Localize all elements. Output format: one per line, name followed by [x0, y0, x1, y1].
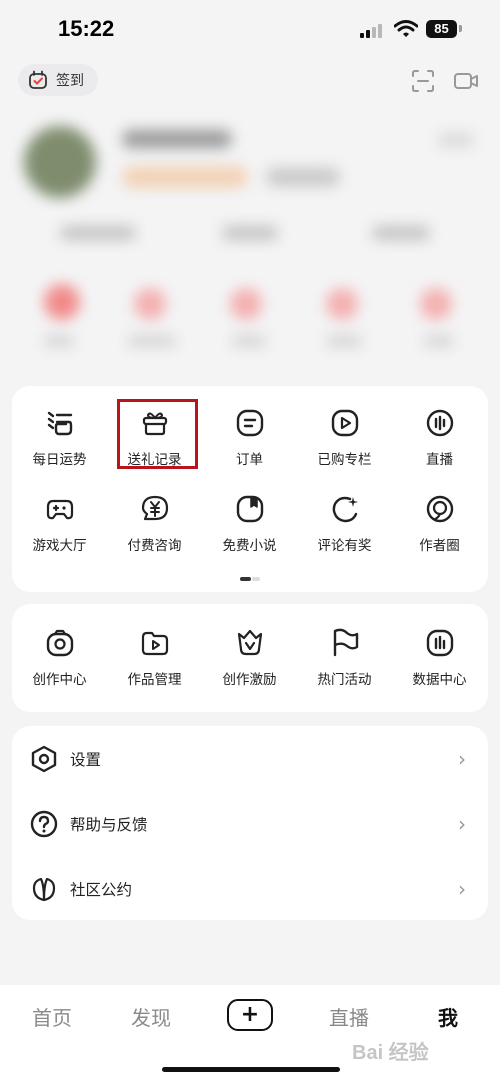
help-feedback-label: 帮助与反馈: [70, 816, 148, 834]
stat-placeholder: [372, 226, 430, 240]
settings-row[interactable]: 设置 ›: [12, 732, 488, 786]
settings-card: 设置 › 帮助与反馈 › 社区公约 ›: [12, 726, 488, 920]
paid-consult-icon: [138, 492, 172, 526]
blurred-profile-area: [0, 112, 500, 382]
scan-icon[interactable]: [410, 68, 436, 94]
signin-label: 签到: [56, 73, 84, 89]
creator-works-management[interactable]: 作品管理: [107, 626, 202, 688]
signin-button[interactable]: 签到: [18, 64, 98, 96]
highlight-box: [117, 399, 198, 469]
service-comment-rewards[interactable]: 评论有奖: [297, 492, 392, 554]
purchased-column-icon: [328, 406, 362, 440]
service-live[interactable]: 直播: [392, 406, 487, 468]
service-label: 每日运势: [32, 452, 87, 468]
service-author-circle[interactable]: 作者圈: [392, 492, 487, 554]
shortcut-label-placeholder: [424, 336, 454, 346]
author-circle-icon: [423, 492, 457, 526]
help-icon: [30, 810, 58, 838]
service-orders[interactable]: 订单: [202, 406, 297, 468]
service-label: 免费小说: [222, 538, 277, 554]
watermark: Bai 经验: [352, 1042, 429, 1064]
service-label: 作者圈: [419, 538, 460, 554]
service-paid-consult[interactable]: 付费咨询: [107, 492, 202, 554]
battery-cap: [459, 25, 462, 32]
badge-placeholder: [122, 166, 248, 188]
status-time: 15:22: [58, 16, 115, 41]
service-game-hall[interactable]: 游戏大厅: [12, 492, 107, 554]
services-card: 每日运势 送礼记录 订单 已购专栏 直播 游戏大厅 付费咨询 免费小说 评论有奖…: [12, 386, 488, 592]
shortcut-placeholder: [230, 288, 262, 320]
calendar-check-icon: [29, 70, 47, 89]
creator-label: 创作激励: [222, 672, 277, 688]
service-label: 游戏大厅: [32, 538, 87, 554]
page-dot: [252, 577, 260, 581]
creator-hot-events[interactable]: 热门活动: [297, 626, 392, 688]
chevron-right-icon: ›: [458, 812, 466, 836]
create-post-button[interactable]: +: [227, 999, 273, 1031]
tab-live[interactable]: 直播: [299, 1002, 399, 1031]
help-feedback-row[interactable]: 帮助与反馈 ›: [12, 797, 488, 851]
service-label: 直播: [426, 452, 453, 468]
creator-card: 创作中心 作品管理 创作激励 热门活动 数据中心: [12, 604, 488, 712]
stat-placeholder: [60, 226, 136, 240]
shortcut-label-placeholder: [128, 336, 176, 346]
service-purchased-columns[interactable]: 已购专栏: [297, 406, 392, 468]
plus-icon: +: [240, 1002, 260, 1027]
video-camera-icon[interactable]: [453, 68, 479, 94]
shortcut-label-placeholder: [232, 336, 266, 346]
badge-placeholder-2: [266, 168, 340, 186]
service-daily-fortune[interactable]: 每日运势: [12, 406, 107, 468]
camera-icon: [43, 626, 77, 660]
shortcut-label-placeholder: [44, 336, 74, 346]
page-indicator: [240, 577, 260, 581]
shortcut-label-placeholder: [326, 336, 362, 346]
settings-hexagon-icon: [30, 745, 58, 773]
creator-label: 热门活动: [317, 672, 372, 688]
service-label: 已购专栏: [317, 452, 372, 468]
crown-icon: [233, 626, 267, 660]
works-folder-icon: [138, 626, 172, 660]
community-guidelines-label: 社区公约: [70, 881, 133, 899]
creator-label: 数据中心: [412, 672, 467, 688]
shortcut-placeholder: [420, 288, 452, 320]
shortcut-placeholder: [44, 284, 80, 320]
service-label: 评论有奖: [317, 538, 372, 554]
leaf-icon: [30, 875, 58, 903]
service-label: 付费咨询: [127, 538, 182, 554]
battery-icon: 85: [426, 20, 457, 38]
chevron-right-icon: ›: [458, 877, 466, 901]
shortcut-placeholder: [326, 288, 358, 320]
shortcut-placeholder: [134, 288, 166, 320]
creator-label: 作品管理: [127, 672, 182, 688]
creator-incentive[interactable]: 创作激励: [202, 626, 297, 688]
chevron-right-icon: ›: [458, 747, 466, 771]
avatar: [24, 126, 96, 198]
fortune-icon: [43, 406, 77, 440]
stat-placeholder: [222, 226, 278, 240]
community-guidelines-row[interactable]: 社区公约 ›: [12, 862, 488, 916]
username-placeholder: [122, 130, 232, 148]
flag-icon: [328, 626, 362, 660]
comment-reward-icon: [328, 492, 362, 526]
home-indicator: [162, 1067, 340, 1072]
signal-icon: [360, 24, 386, 38]
wifi-icon: [394, 20, 418, 37]
edit-placeholder: [438, 134, 474, 146]
status-bar: 15:22 85: [0, 0, 500, 58]
chart-icon: [423, 626, 457, 660]
tab-discover[interactable]: 发现: [101, 1002, 201, 1031]
service-label: 订单: [236, 452, 263, 468]
settings-label: 设置: [70, 751, 102, 769]
service-free-novels[interactable]: 免费小说: [202, 492, 297, 554]
tab-me[interactable]: 我: [398, 1002, 498, 1031]
page-dot-active: [240, 577, 251, 581]
gamepad-icon: [43, 492, 77, 526]
order-icon: [233, 406, 267, 440]
tab-home[interactable]: 首页: [2, 1002, 102, 1031]
live-icon: [423, 406, 457, 440]
novel-icon: [233, 492, 267, 526]
creator-center[interactable]: 创作中心: [12, 626, 107, 688]
creator-data-center[interactable]: 数据中心: [392, 626, 487, 688]
creator-label: 创作中心: [32, 672, 87, 688]
